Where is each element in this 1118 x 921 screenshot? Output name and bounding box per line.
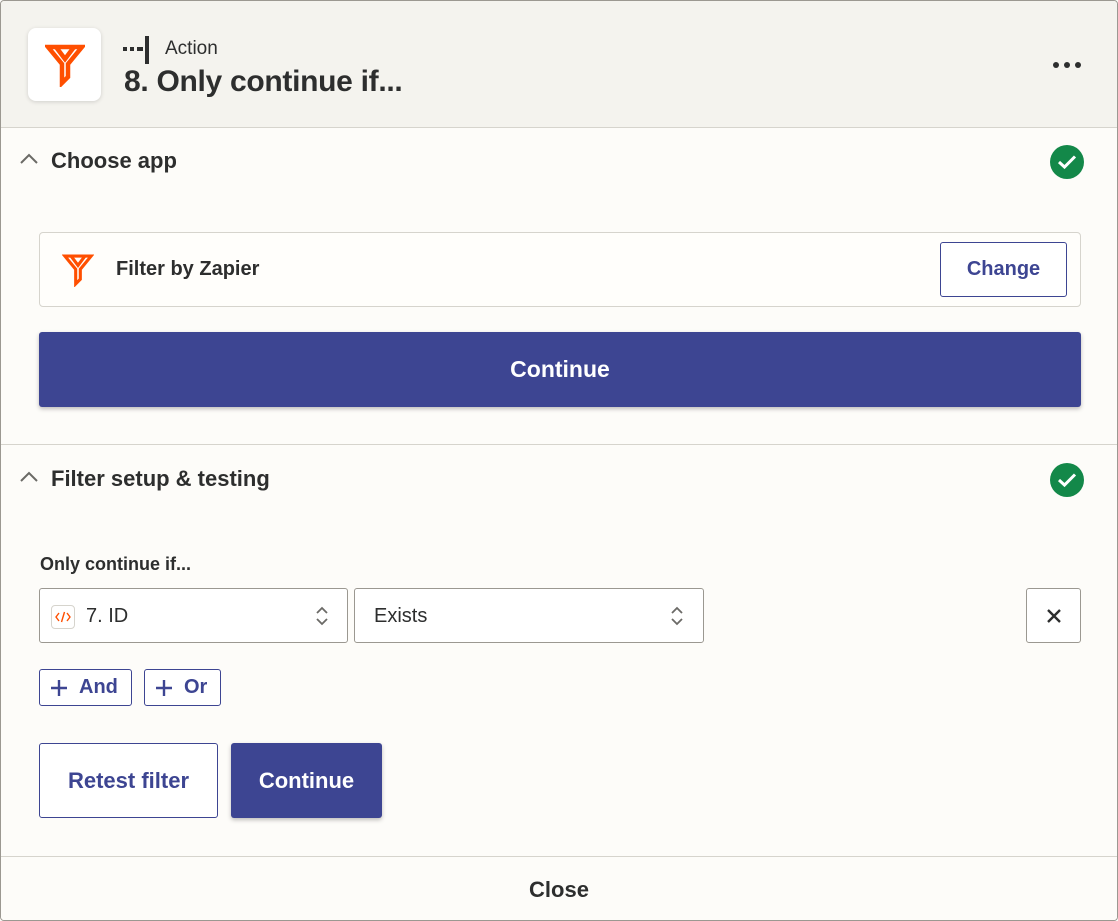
and-label: And [79,676,118,698]
code-icon [51,605,75,629]
filter-continue-button[interactable]: Continue [231,743,382,818]
filter-setup-title: Filter setup & testing [51,466,270,491]
close-icon [1046,608,1061,623]
more-dots-icon [1053,62,1059,68]
field-select-value: 7. ID [86,605,129,627]
up-down-chevron-icon [316,606,328,626]
change-app-button[interactable]: Change [940,242,1067,297]
action-step-icon [123,36,149,64]
panel-footer: Close [1,856,1117,920]
choose-app-section-header[interactable]: Choose app [1,129,1117,193]
app-icon-tile [28,28,101,101]
plus-icon [51,679,67,696]
check-icon [1050,145,1084,179]
section-divider [1,444,1117,445]
step-title: 8. Only continue if... [124,65,403,98]
filter-funnel-icon [44,44,85,87]
choose-app-title: Choose app [51,148,177,173]
condition-label: Only continue if... [40,554,192,574]
remove-condition-button[interactable] [1026,588,1081,643]
chevron-up-icon [20,471,38,482]
operator-select[interactable]: Exists [354,588,704,643]
add-and-condition-button[interactable]: And [39,669,132,706]
step-header: Action 8. Only continue if... [1,1,1117,128]
or-label: Or [184,676,208,698]
close-button[interactable]: Close [529,877,589,903]
filter-funnel-icon [62,254,94,287]
operator-select-value: Exists [374,605,428,627]
retest-filter-button[interactable]: Retest filter [39,743,218,818]
step-type-label: Action [165,38,218,59]
app-name: Filter by Zapier [116,258,260,280]
filter-setup-section-header[interactable]: Filter setup & testing [1,447,1117,511]
up-down-chevron-icon [671,606,683,626]
choose-app-continue-button[interactable]: Continue [39,332,1081,407]
chevron-up-icon [20,153,38,164]
add-or-condition-button[interactable]: Or [144,669,221,706]
selected-app-card: Filter by Zapier Change [39,232,1081,307]
check-icon [1050,463,1084,497]
more-options-button[interactable] [1045,51,1089,79]
step-editor-panel: Action 8. Only continue if... Choose app… [0,0,1118,921]
field-select[interactable]: 7. ID [39,588,348,643]
plus-icon [156,679,172,696]
